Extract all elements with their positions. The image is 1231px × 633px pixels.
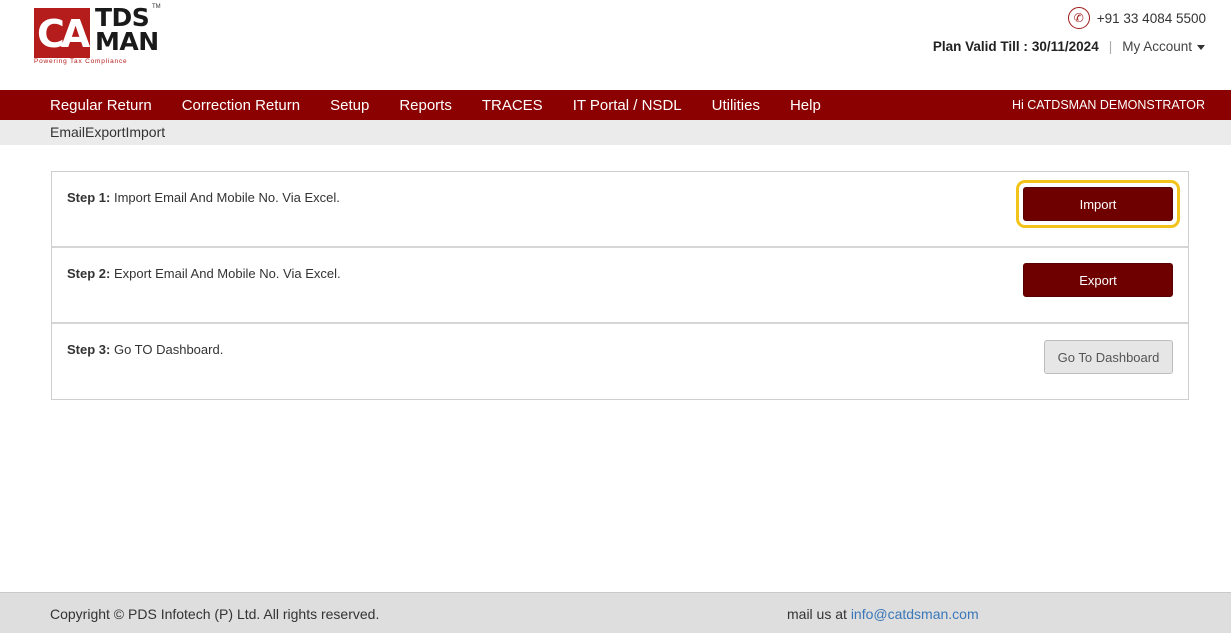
nav-setup[interactable]: Setup — [330, 97, 369, 114]
user-greeting[interactable]: Hi CATDSMAN DEMONSTRATOR — [1012, 98, 1205, 112]
step-2-text: Step 2: Export Email And Mobile No. Via … — [67, 266, 341, 281]
page-title: EmailExportImport — [50, 124, 166, 140]
import-button[interactable]: Import — [1023, 187, 1173, 221]
phone-contact: ✆ +91 33 4084 5500 — [1067, 7, 1206, 29]
step-1-description: Import Email And Mobile No. Via Excel. — [110, 190, 340, 205]
header: CA TDS MAN TM Powering Tax Compliance ✆ … — [0, 0, 1231, 90]
caret-down-icon — [1197, 44, 1205, 50]
go-to-dashboard-button[interactable]: Go To Dashboard — [1044, 340, 1173, 374]
my-account-dropdown[interactable]: My Account — [1122, 39, 1205, 54]
logo-trademark: TM — [152, 4, 161, 10]
logo-mark: CA — [34, 8, 90, 58]
export-button[interactable]: Export — [1023, 263, 1173, 297]
logo-tagline: Powering Tax Compliance — [34, 58, 128, 65]
separator: | — [1108, 39, 1113, 54]
step-2-number: Step 2: — [67, 266, 111, 281]
footer: Copyright © PDS Infotech (P) Ltd. All ri… — [0, 592, 1231, 633]
mail-prefix: mail us at — [787, 606, 851, 622]
nav-reports[interactable]: Reports — [399, 97, 452, 114]
breadcrumb: EmailExportImport — [0, 120, 1231, 145]
step-row-import: Step 1: Import Email And Mobile No. Via … — [52, 172, 1188, 248]
tdsman-logo[interactable]: CA TDS MAN TM Powering Tax Compliance — [34, 3, 161, 66]
step-3-number: Step 3: — [67, 342, 111, 357]
step-3-text: Step 3: Go TO Dashboard. — [67, 342, 223, 357]
steps-panel: Step 1: Import Email And Mobile No. Via … — [51, 171, 1189, 400]
nav-regular-return[interactable]: Regular Return — [50, 97, 152, 114]
mail-contact: mail us at info@catdsman.com — [787, 606, 979, 622]
step-row-dashboard: Step 3: Go TO Dashboard. Go To Dashboard — [52, 324, 1188, 399]
nav-utilities[interactable]: Utilities — [712, 97, 760, 114]
my-account-label: My Account — [1122, 39, 1192, 54]
account-row: Plan Valid Till : 30/11/2024 | My Accoun… — [933, 39, 1205, 54]
step-1-number: Step 1: — [67, 190, 111, 205]
nav-traces[interactable]: TRACES — [482, 97, 543, 114]
phone-icon: ✆ — [1067, 7, 1090, 29]
step-1-text: Step 1: Import Email And Mobile No. Via … — [67, 190, 340, 205]
nav-help[interactable]: Help — [790, 97, 821, 114]
nav-correction-return[interactable]: Correction Return — [182, 97, 300, 114]
phone-number: +91 33 4084 5500 — [1096, 10, 1206, 26]
nav-menu: Regular Return Correction Return Setup R… — [50, 97, 851, 114]
step-3-description: Go TO Dashboard. — [110, 342, 224, 357]
step-row-export: Step 2: Export Email And Mobile No. Via … — [52, 248, 1188, 324]
plan-valid-label: Plan Valid Till : — [932, 39, 1028, 54]
main-navbar: Regular Return Correction Return Setup R… — [0, 90, 1231, 120]
step-2-description: Export Email And Mobile No. Via Excel. — [110, 266, 341, 281]
logo-wordmark: TDS MAN — [95, 3, 159, 56]
copyright-text: Copyright © PDS Infotech (P) Ltd. All ri… — [50, 606, 380, 622]
email-link[interactable]: info@catdsman.com — [851, 606, 979, 622]
nav-it-portal-nsdl[interactable]: IT Portal / NSDL — [573, 97, 682, 114]
plan-valid-date: 30/11/2024 — [1031, 39, 1099, 54]
